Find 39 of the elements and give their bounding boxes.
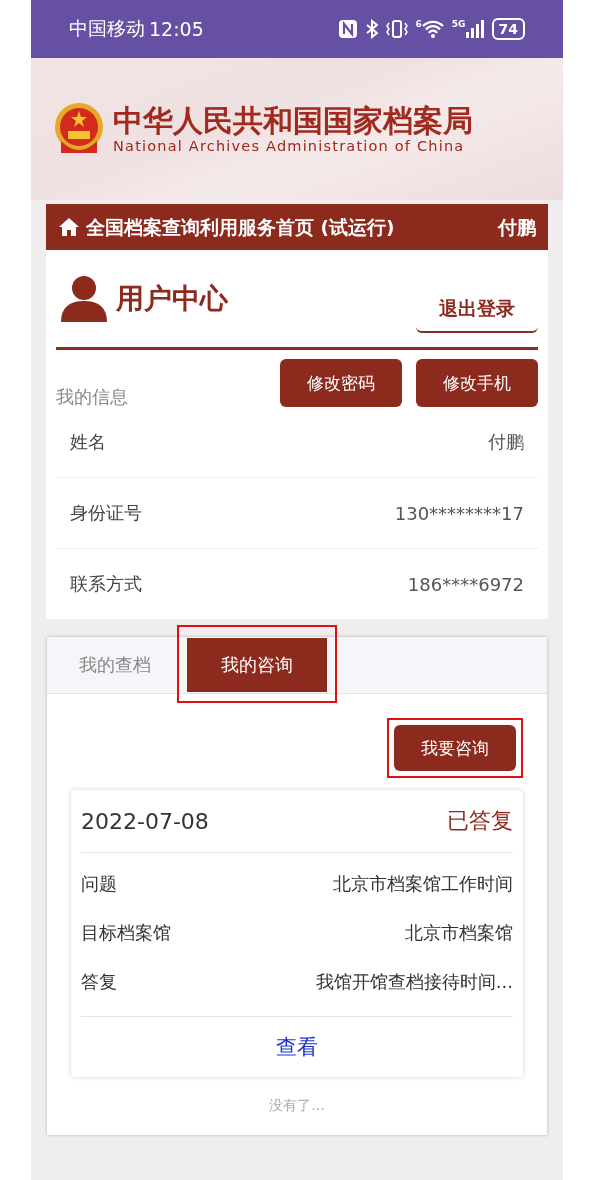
field-value: 我馆开馆查档接待时间... <box>315 969 513 994</box>
home-link[interactable]: 全国档案查询利用服务首页 (试运行) <box>86 214 395 240</box>
edit-button[interactable]: 修改手机 <box>416 359 538 407</box>
section-label: 我的信息 <box>56 385 129 409</box>
field-value: 130********17 <box>394 502 524 524</box>
logout-link[interactable]: 退出登录 <box>416 285 538 333</box>
carrier: 中国移动 <box>69 16 145 41</box>
consult-button[interactable]: 我要咨询 <box>394 725 516 771</box>
field-label: 答复 <box>81 969 117 994</box>
edit-button[interactable]: 修改密码 <box>280 359 402 407</box>
field-label: 姓名 <box>70 430 106 454</box>
signal-icon <box>465 20 484 38</box>
network-label: 5G <box>451 20 466 29</box>
field-value: 北京市档案馆 <box>405 920 513 945</box>
page-title: 用户中心 <box>116 280 228 317</box>
agency-title: 中华人民共和国国家档案局 <box>113 103 473 139</box>
agency-subtitle: National Archives Administration of China <box>113 138 466 155</box>
bluetooth-icon <box>365 19 378 39</box>
battery-level: 74 <box>491 18 525 40</box>
field-value: 付鹏 <box>488 430 524 454</box>
vibrate-icon <box>385 19 408 39</box>
wifi-icon <box>421 20 444 38</box>
time: 12:05 <box>149 18 204 40</box>
field-value: 186****6972 <box>407 573 524 595</box>
nfc-icon <box>337 19 358 39</box>
end-note: 没有了... <box>268 1097 326 1115</box>
field-label: 身份证号 <box>70 501 142 525</box>
user-icon <box>60 274 108 323</box>
home-icon[interactable] <box>58 217 80 237</box>
status-label: 已答复 <box>447 807 513 835</box>
field-label: 联系方式 <box>70 572 142 596</box>
view-link[interactable]: 查看 <box>270 1017 324 1077</box>
consultation-date: 2022-07-08 <box>81 808 209 834</box>
field-value: 北京市档案馆工作时间 <box>333 871 513 896</box>
wifi-label: 6 <box>415 20 422 29</box>
field-label: 目标档案馆 <box>81 920 171 945</box>
user-name: 付鹏 <box>498 215 536 240</box>
tab[interactable]: 我的咨询 <box>187 637 327 692</box>
field-label: 问题 <box>81 871 117 896</box>
